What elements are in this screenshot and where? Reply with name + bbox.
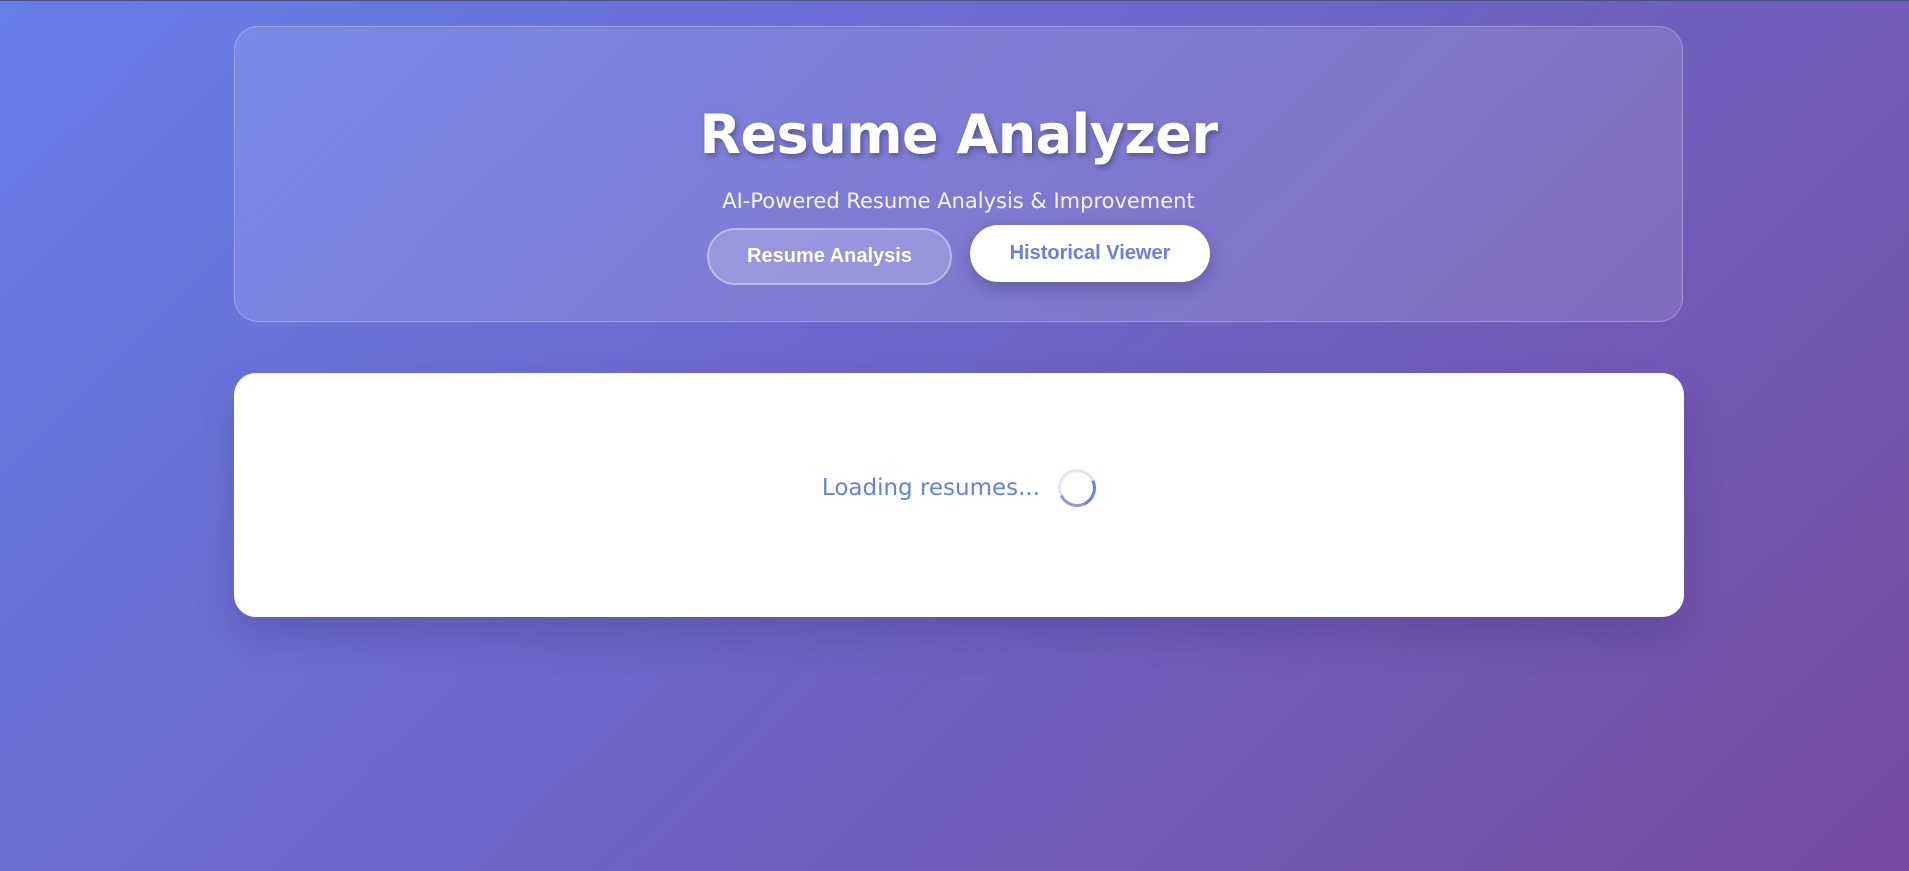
header-card: Resume Analyzer AI-Powered Resume Analys… xyxy=(234,26,1683,322)
resume-analysis-button[interactable]: Resume Analysis xyxy=(707,228,952,285)
loading-text: Loading resumes... xyxy=(821,475,1041,501)
loading-indicator: Loading resumes... xyxy=(234,463,1684,513)
content-card: Loading resumes... xyxy=(234,373,1684,617)
app-title: Resume Analyzer xyxy=(699,103,1218,166)
historical-viewer-button[interactable]: Historical Viewer xyxy=(970,225,1210,282)
app-subtitle: AI-Powered Resume Analysis & Improvement xyxy=(722,189,1195,213)
loading-spinner-icon xyxy=(1052,463,1102,513)
